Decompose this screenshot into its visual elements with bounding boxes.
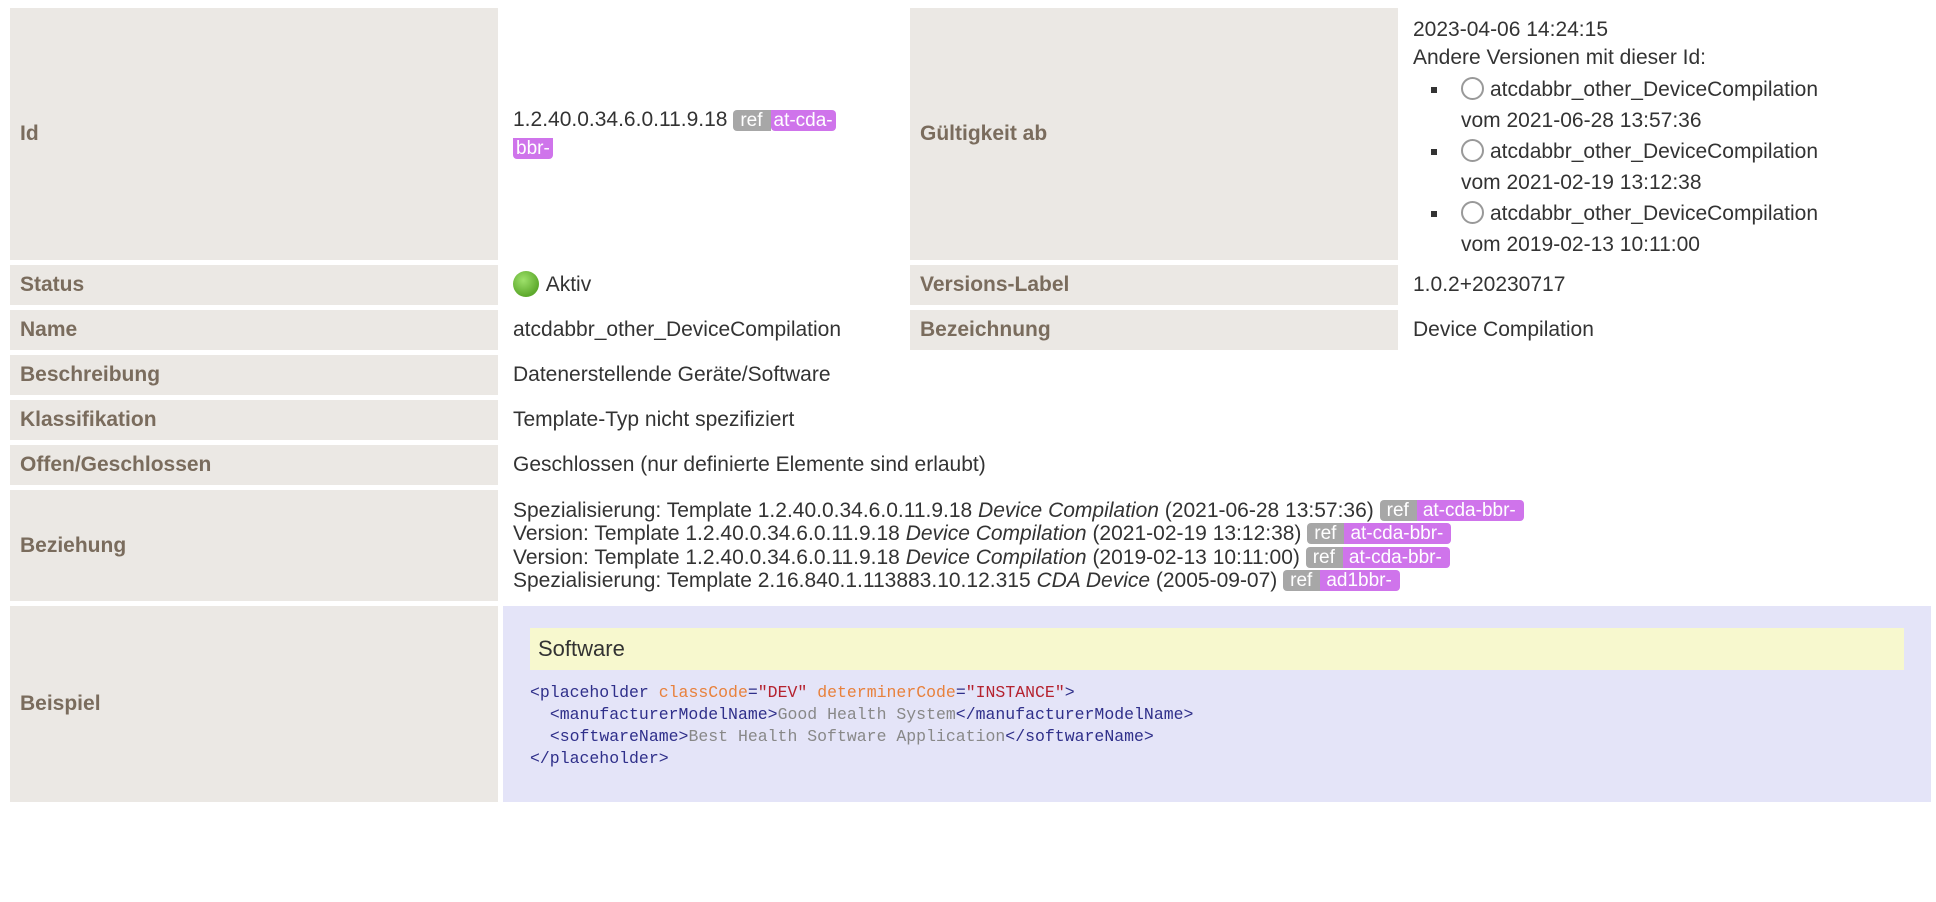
classification-value: Template-Typ nicht spezifiziert: [503, 400, 1931, 440]
display-name-value: Device Compilation: [1403, 310, 1931, 350]
example-title: Software: [530, 628, 1904, 670]
version-date: vom 2019-02-13 10:11:00: [1461, 233, 1700, 256]
example-code: <placeholder classCode="DEV" determinerC…: [530, 683, 1194, 768]
relationship-template-name[interactable]: Device Compilation: [906, 522, 1087, 545]
effective-date-cell: 2023-04-06 14:24:15 Andere Versionen mit…: [1403, 8, 1931, 260]
relationship-template-name[interactable]: Device Compilation: [978, 499, 1159, 522]
other-versions-list: atcdabbr_other_DeviceCompilationvom 2021…: [1413, 74, 1921, 260]
classification-label: Klassifikation: [10, 400, 498, 440]
radio-icon[interactable]: [1461, 77, 1484, 100]
template-metadata-table: Id 1.2.40.0.34.6.0.11.9.18 ref at-cda- bb…: [5, 3, 1936, 807]
version-item[interactable]: atcdabbr_other_DeviceCompilationvom 2019…: [1413, 198, 1921, 260]
status-value: Aktiv: [545, 273, 592, 296]
ref-badge[interactable]: ref at-cda-bbr-: [1379, 499, 1524, 522]
version-name[interactable]: atcdabbr_other_DeviceCompilation: [1490, 140, 1818, 163]
radio-icon[interactable]: [1461, 139, 1484, 162]
status-value-cell: Aktiv: [503, 265, 905, 305]
relationship-label: Beziehung: [10, 490, 498, 601]
relationship-list: Spezialisierung: Template 1.2.40.0.34.6.…: [503, 490, 1931, 601]
open-closed-value: Geschlossen (nur definierte Elemente sin…: [503, 445, 1931, 485]
ref-badge[interactable]: ref at-cda-bbr-: [1305, 546, 1450, 569]
effective-date-label: Gültigkeit ab: [910, 8, 1398, 260]
ref-badge[interactable]: ref: [733, 110, 771, 131]
relationship-template-name[interactable]: Device Compilation: [906, 546, 1087, 569]
version-name[interactable]: atcdabbr_other_DeviceCompilation: [1490, 202, 1818, 225]
version-item[interactable]: atcdabbr_other_DeviceCompilationvom 2021…: [1413, 74, 1921, 136]
version-label-label: Versions-Label: [910, 265, 1398, 305]
display-name-label: Bezeichnung: [910, 310, 1398, 350]
description-value: Datenerstellende Geräte/Software: [503, 355, 1931, 395]
ref-badge[interactable]: ref at-cda-bbr-: [1307, 522, 1452, 545]
example-label: Beispiel: [10, 606, 498, 802]
version-date: vom 2021-06-28 13:57:36: [1461, 109, 1702, 132]
project-prefix-badge[interactable]: at-cda-: [770, 110, 836, 131]
open-closed-label: Offen/Geschlossen: [10, 445, 498, 485]
project-prefix-badge-cont[interactable]: bbr-: [513, 138, 553, 159]
description-label: Beschreibung: [10, 355, 498, 395]
status-label: Status: [10, 265, 498, 305]
version-name[interactable]: atcdabbr_other_DeviceCompilation: [1490, 78, 1818, 101]
name-value: atcdabbr_other_DeviceCompilation: [503, 310, 905, 350]
version-date: vom 2021-02-19 13:12:38: [1461, 171, 1702, 194]
status-active-icon: [513, 271, 539, 297]
ref-badge[interactable]: ref ad1bbr-: [1283, 569, 1400, 592]
radio-icon[interactable]: [1461, 201, 1484, 224]
relationship-item: Version: Template 1.2.40.0.34.6.0.11.9.1…: [513, 522, 1921, 546]
id-value-cell: 1.2.40.0.34.6.0.11.9.18 ref at-cda- bbr-: [503, 8, 905, 260]
relationship-item: Version: Template 1.2.40.0.34.6.0.11.9.1…: [513, 546, 1921, 570]
name-label: Name: [10, 310, 498, 350]
example-panel: Software <placeholder classCode="DEV" de…: [503, 606, 1931, 802]
other-versions-label: Andere Versionen mit dieser Id:: [1413, 46, 1706, 69]
relationship-template-name[interactable]: CDA Device: [1036, 569, 1150, 592]
version-item[interactable]: atcdabbr_other_DeviceCompilationvom 2021…: [1413, 136, 1921, 198]
relationship-item: Spezialisierung: Template 2.16.840.1.113…: [513, 569, 1921, 593]
effective-date: 2023-04-06 14:24:15: [1413, 18, 1608, 41]
template-id: 1.2.40.0.34.6.0.11.9.18: [513, 108, 728, 131]
version-label-value: 1.0.2+20230717: [1403, 265, 1931, 305]
id-label: Id: [10, 8, 498, 260]
relationship-item: Spezialisierung: Template 1.2.40.0.34.6.…: [513, 499, 1921, 523]
